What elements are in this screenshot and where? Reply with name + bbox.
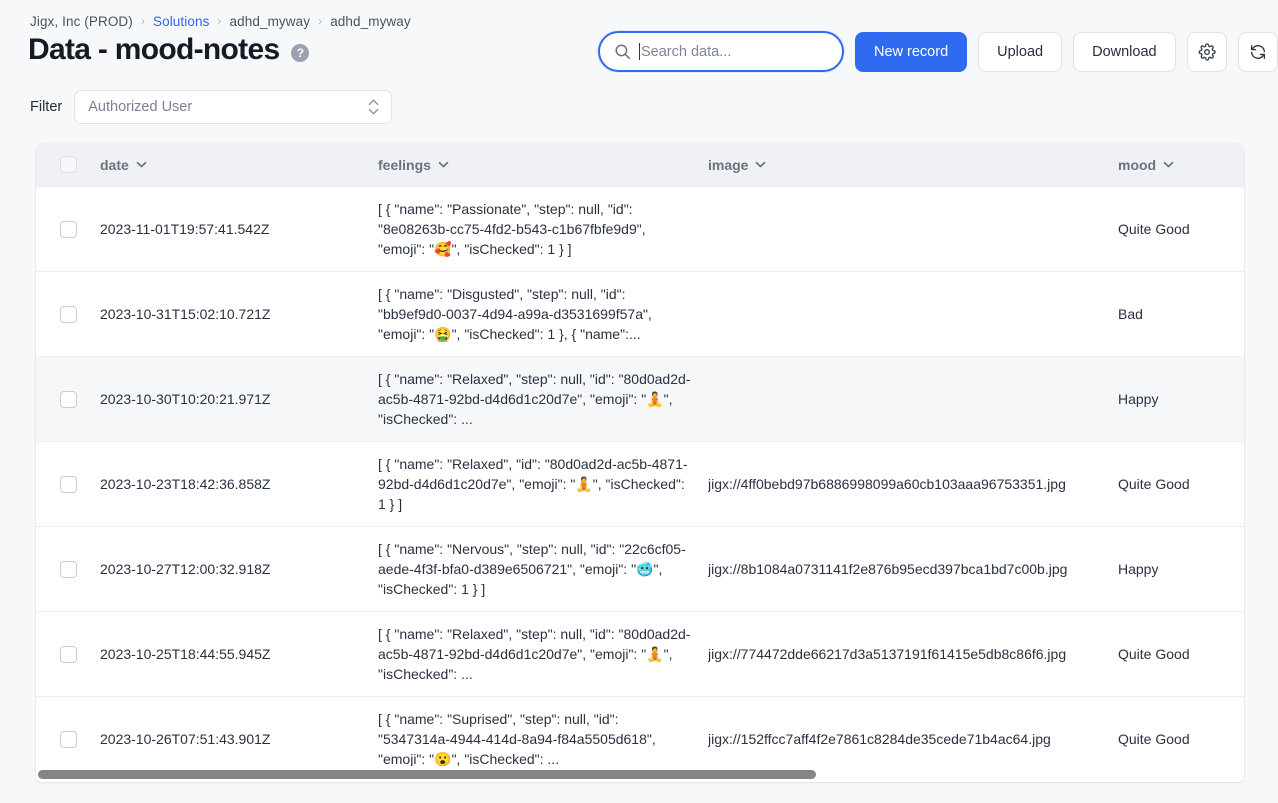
breadcrumb: Jigx, Inc (PROD) › Solutions › adhd_mywa… [30, 14, 411, 29]
row-select-checkbox[interactable] [59, 305, 77, 323]
row-select-checkbox[interactable] [59, 475, 77, 493]
table-row[interactable]: 2023-10-27T12:00:32.918Z [ { "name": "Ner… [36, 527, 1244, 612]
breadcrumb-item-solutions[interactable]: Solutions [153, 14, 209, 29]
search-box[interactable] [598, 31, 844, 72]
select-all-cell [36, 156, 100, 173]
cell-mood: Quite Good [1118, 221, 1190, 237]
page-title: Data - mood-notes [28, 33, 280, 66]
table-row[interactable]: 2023-11-01T19:57:41.542Z [ { "name": "Pas… [36, 187, 1244, 272]
column-header-image[interactable]: image [708, 157, 1118, 173]
cell-date: 2023-11-01T19:57:41.542Z [100, 221, 270, 237]
row-select-cell [36, 560, 100, 578]
table-row[interactable]: 2023-10-23T18:42:36.858Z [ { "name": "Rel… [36, 442, 1244, 527]
cell-date: 2023-10-26T07:51:43.901Z [100, 731, 271, 747]
filter-select[interactable]: Authorized User [74, 90, 393, 124]
cell-date: 2023-10-31T15:02:10.721Z [100, 306, 271, 322]
search-input[interactable] [641, 43, 821, 60]
help-icon[interactable]: ? [291, 44, 310, 62]
chevron-down-icon [136, 161, 147, 168]
breadcrumb-separator-icon: › [140, 13, 145, 28]
chevron-down-icon [1163, 161, 1174, 168]
row-select-checkbox[interactable] [59, 220, 77, 238]
row-select-checkbox[interactable] [59, 560, 77, 578]
chevron-updown-icon [368, 99, 379, 115]
breadcrumb-item-current[interactable]: adhd_myway [330, 14, 411, 29]
table-row[interactable]: 2023-10-30T10:20:21.971Z [ { "name": "Rel… [36, 357, 1244, 442]
cell-feelings: [ { "name": "Disgusted", "step": null, "… [378, 286, 652, 342]
breadcrumb-separator-icon: › [318, 13, 323, 28]
table-body: 2023-11-01T19:57:41.542Z [ { "name": "Pas… [36, 187, 1244, 782]
row-select-cell [36, 305, 100, 323]
cell-feelings: [ { "name": "Relaxed", "id": "80d0ad2d-a… [378, 456, 688, 512]
select-all-checkbox[interactable] [59, 156, 77, 173]
chevron-down-icon [755, 161, 766, 168]
column-header-feelings[interactable]: feelings [378, 157, 708, 173]
new-record-button[interactable]: New record [855, 31, 968, 72]
column-header-label: feelings [378, 156, 431, 173]
row-select-cell [36, 730, 100, 748]
cell-feelings: [ { "name": "Nervous", "step": null, "id… [378, 541, 686, 597]
cell-feelings: [ { "name": "Relaxed", "step": null, "id… [378, 626, 691, 682]
page-title-row: Data - mood-notes ? [28, 33, 310, 66]
column-header-label: date [100, 156, 129, 173]
breadcrumb-item-solution[interactable]: adhd_myway [230, 14, 311, 29]
cell-mood: Bad [1118, 306, 1143, 322]
text-cursor [639, 43, 640, 60]
row-select-cell [36, 645, 100, 663]
horizontal-scrollbar-thumb[interactable] [38, 769, 816, 779]
table-header-row: date feelings image mood [36, 143, 1244, 187]
upload-button[interactable]: Upload [978, 31, 1063, 72]
toolbar: New record Upload Download [598, 31, 1278, 72]
refresh-button[interactable] [1237, 31, 1278, 72]
row-select-cell [36, 390, 100, 408]
cell-image: jigx://152ffcc7aff4f2e7861c8284de35cede7… [708, 731, 1051, 747]
filter-selected-value: Authorized User [88, 99, 193, 115]
cell-image: jigx://8b1084a0731141f2e876b95ecd397bca1… [708, 561, 1068, 577]
cell-date: 2023-10-23T18:42:36.858Z [100, 476, 271, 492]
row-select-checkbox[interactable] [59, 390, 77, 408]
cell-mood: Quite Good [1118, 646, 1190, 662]
breadcrumb-separator-icon: › [217, 13, 222, 28]
filter-row: Filter Authorized User [30, 90, 393, 124]
cell-mood: Happy [1118, 561, 1159, 577]
row-select-cell [36, 220, 100, 238]
chevron-down-icon [438, 161, 449, 168]
page-root: Jigx, Inc (PROD) › Solutions › adhd_mywa… [0, 0, 1278, 803]
cell-date: 2023-10-27T12:00:32.918Z [100, 561, 271, 577]
row-select-checkbox[interactable] [59, 730, 77, 748]
column-header-date[interactable]: date [100, 157, 378, 173]
filter-label: Filter [30, 99, 63, 115]
settings-button[interactable] [1186, 31, 1227, 72]
cell-image: jigx://774472dde66217d3a5137191f61415e5d… [708, 646, 1067, 662]
breadcrumb-item-org[interactable]: Jigx, Inc (PROD) [30, 14, 133, 29]
cell-date: 2023-10-30T10:20:21.971Z [100, 391, 271, 407]
column-header-label: image [708, 156, 749, 173]
cell-mood: Happy [1118, 391, 1159, 407]
cell-feelings: [ { "name": "Passionate", "step": null, … [378, 201, 646, 257]
cell-mood: Quite Good [1118, 731, 1190, 747]
cell-feelings: [ { "name": "Relaxed", "step": null, "id… [378, 371, 691, 427]
cell-date: 2023-10-25T18:44:55.945Z [100, 646, 271, 662]
column-header-mood[interactable]: mood [1118, 157, 1238, 173]
horizontal-scrollbar[interactable] [36, 766, 1244, 782]
data-table-card: date feelings image mood 2023-11-01T19:5… [36, 143, 1244, 782]
table-row[interactable]: 2023-10-31T15:02:10.721Z [ { "name": "Dis… [36, 272, 1244, 357]
table-row[interactable]: 2023-10-25T18:44:55.945Z [ { "name": "Rel… [36, 612, 1244, 697]
refresh-icon [1249, 43, 1267, 61]
cell-feelings: [ { "name": "Suprised", "step": null, "i… [378, 711, 656, 767]
cell-image: jigx://4ff0bebd97b6886998099a60cb103aaa9… [708, 476, 1066, 492]
download-button[interactable]: Download [1073, 31, 1176, 72]
search-icon [614, 43, 631, 60]
row-select-checkbox[interactable] [59, 645, 77, 663]
row-select-cell [36, 475, 100, 493]
column-header-label: mood [1118, 156, 1157, 173]
cell-mood: Quite Good [1118, 476, 1190, 492]
gear-icon [1198, 42, 1216, 61]
